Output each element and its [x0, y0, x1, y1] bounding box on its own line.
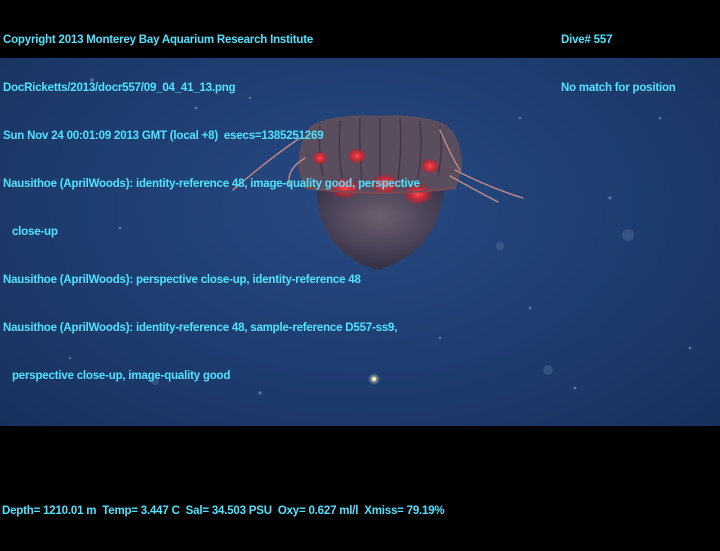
annotation-line: Nausithoe (AprilWoods): identity-referen… [3, 178, 420, 190]
timestamp: Sun Nov 24 00:01:09 2013 GMT (local +8) … [3, 130, 324, 142]
copyright-text: Copyright 2013 Monterey Bay Aquarium Res… [3, 34, 314, 46]
overlay-top-left: Copyright 2013 Monterey Bay Aquarium Res… [3, 0, 420, 416]
annotation-line: close-up [3, 226, 58, 238]
glow-spot [420, 158, 440, 174]
overlay-top-right: Dive# 557 No match for position [561, 0, 676, 128]
sensor-values: Depth= 1210.01 m Temp= 3.447 C Sal= 34.5… [2, 505, 445, 517]
annotation-line: perspective close-up, image-quality good [3, 370, 231, 382]
video-frame: Copyright 2013 Monterey Bay Aquarium Res… [0, 0, 720, 517]
sensor-readout: Depth= 1210.01 m Temp= 3.447 C Sal= 34.5… [2, 471, 445, 551]
file-path: DocRicketts/2013/docr557/09_04_41_13.png [3, 82, 236, 94]
annotation-line: Nausithoe (AprilWoods): identity-referen… [3, 322, 398, 334]
dive-number: Dive# 557 [561, 34, 613, 46]
position-status: No match for position [561, 82, 676, 94]
annotation-line: Nausithoe (AprilWoods): perspective clos… [3, 274, 361, 286]
